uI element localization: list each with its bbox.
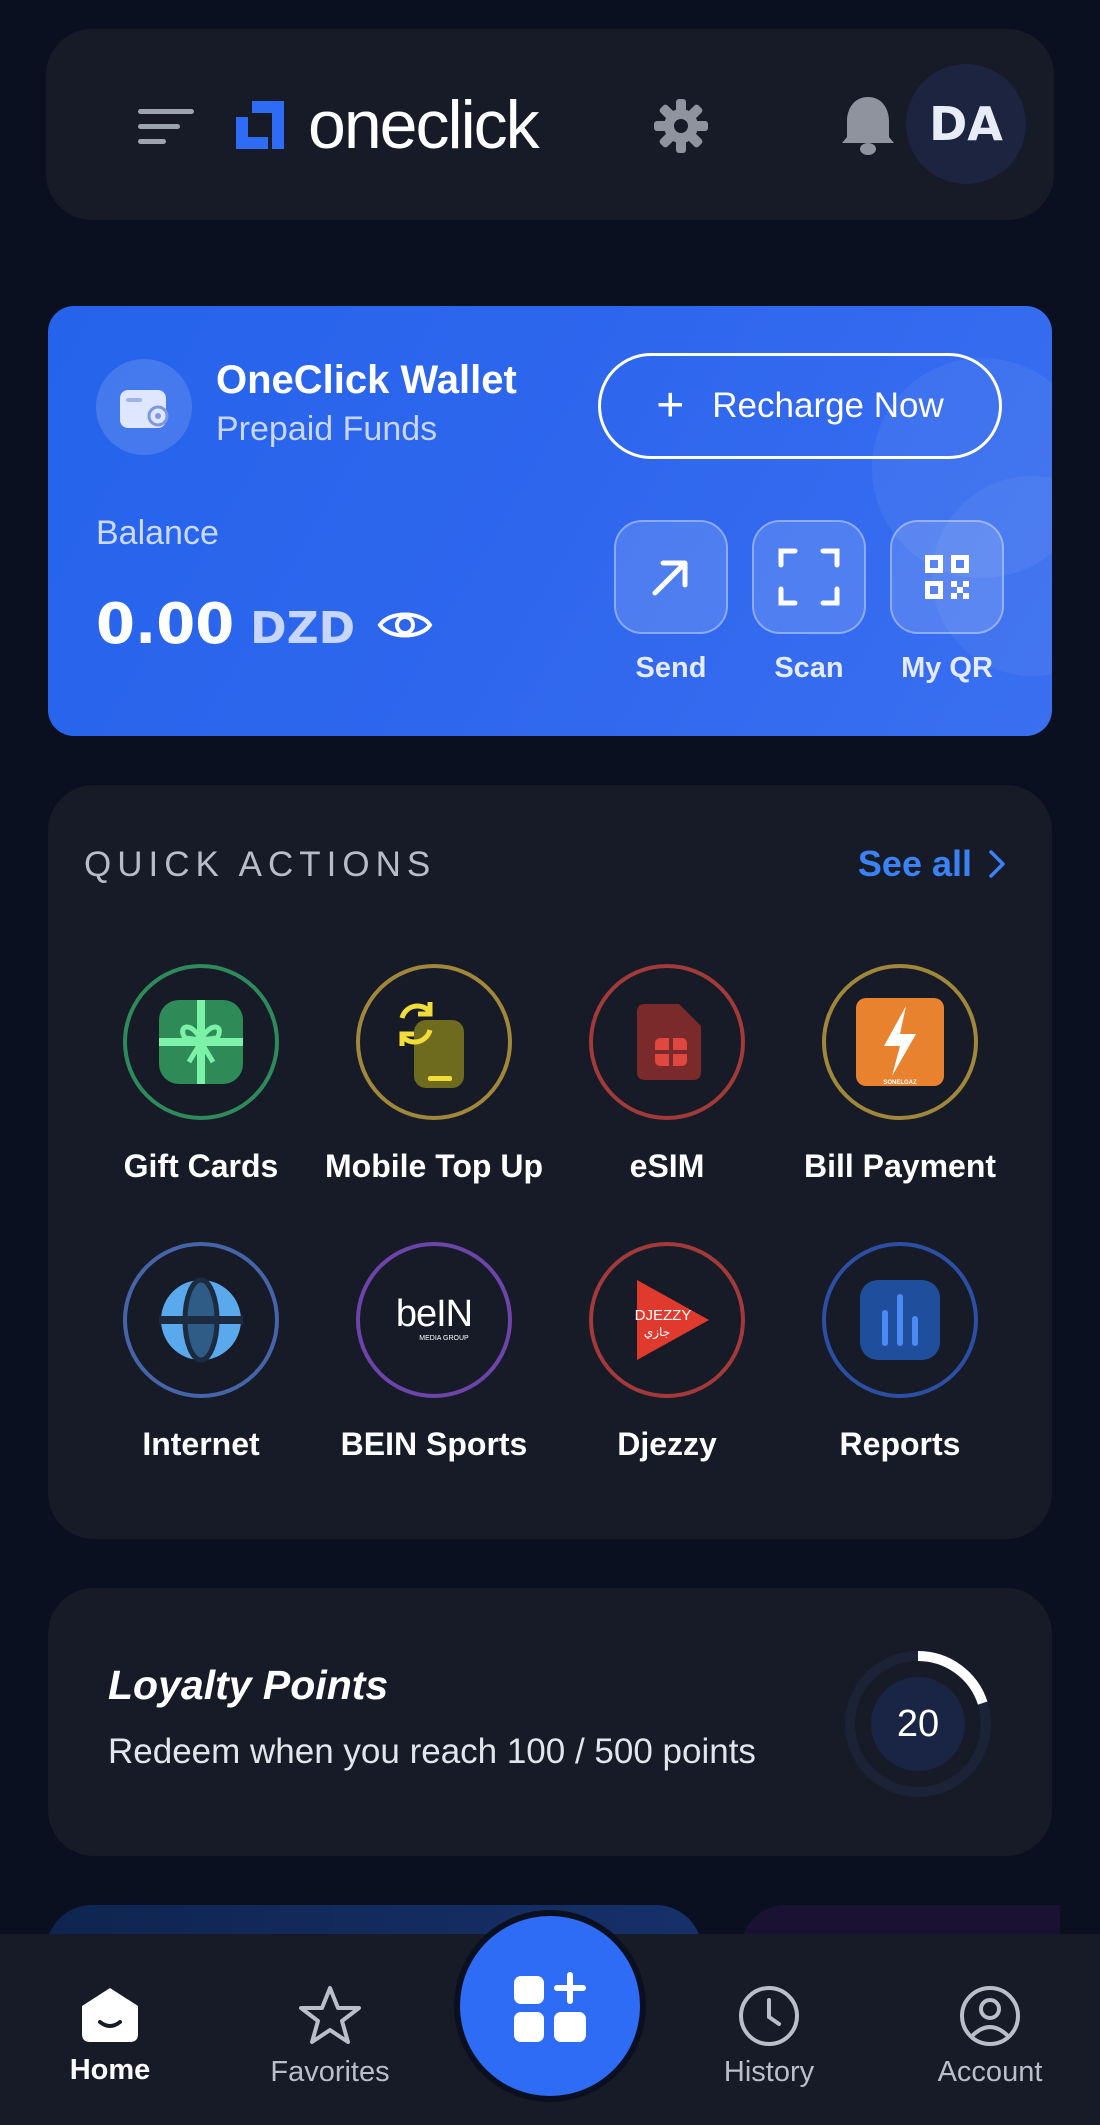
add-widget-icon [514,1972,586,2042]
mobile-topup-icon [399,1002,464,1088]
action-label: Bill Payment [803,1148,997,1184]
djezzy-caption: جازي [644,1325,670,1340]
mobile-top-up-action[interactable]: Mobile Top Up [324,964,544,1186]
reports-action[interactable]: Reports [790,1242,1010,1464]
bell-icon[interactable] [838,93,898,157]
nav-label: Favorites [270,2056,390,2088]
account-icon [960,1986,1020,2046]
action-label: eSIM [629,1148,705,1184]
my-qr-button[interactable]: My QR [890,520,1004,685]
action-label: BEIN Sports [340,1426,528,1462]
gift-cards-action[interactable]: Gift Cards [91,964,311,1186]
wallet-card: OneClick Wallet Prepaid Funds + Recharge… [48,306,1052,736]
see-all-link[interactable]: See all [858,843,1006,885]
action-label: Gift Cards [123,1148,279,1184]
home-icon [82,1988,138,2042]
action-label: Reports [839,1426,961,1462]
arrow-up-right-icon [652,560,688,596]
balance-label: Balance [96,514,219,552]
eye-icon[interactable] [377,605,433,645]
nav-label: History [723,2056,815,2088]
bill-payment-action[interactable]: SONELGAZ Bill Payment [790,964,1010,1186]
chevron-right-icon [989,850,1005,878]
globe-icon [159,1277,243,1363]
scan-frame-icon [778,548,840,606]
avatar[interactable]: DA [906,64,1026,184]
balance-display: 0.00 DZD [96,592,433,657]
add-widget-button[interactable] [460,1916,640,2096]
djezzy-logo-text: DJEZZY [635,1307,692,1324]
my-qr-label: My QR [901,652,993,684]
bill-payment-icon: SONELGAZ [856,998,944,1086]
recharge-label: Recharge Now [712,386,944,425]
nav-history[interactable]: History [669,1984,869,2089]
star-icon [299,1986,361,2044]
quick-actions-section: QUICK ACTIONS See all Gift Cards Mobile … [48,785,1052,1539]
top-app-bar: oneclick DA [46,29,1054,220]
plus-icon: + [656,379,685,432]
logo-mark-icon [236,101,284,149]
menu-icon[interactable] [138,104,198,154]
balance-currency: DZD [250,603,356,654]
bein-sports-action[interactable]: beIN MEDIA GROUP BEIN Sports [324,1242,544,1464]
balance-amount: 0.00 [96,592,235,657]
qr-code-icon [925,555,969,599]
wallet-subtitle: Prepaid Funds [216,410,438,448]
send-label: Send [635,652,707,684]
nav-label: Home [69,2054,151,2086]
action-label: Internet [142,1426,260,1462]
action-label: Mobile Top Up [324,1148,544,1184]
app-logo: oneclick [232,85,540,165]
gear-icon[interactable] [652,97,710,155]
nav-account[interactable]: Account [890,1984,1090,2089]
scan-button[interactable]: Scan [752,520,866,685]
nav-favorites[interactable]: Favorites [230,1984,430,2089]
see-all-label: See all [857,843,972,884]
scan-label: Scan [774,652,844,684]
loyalty-title: Loyalty Points [108,1662,389,1708]
nav-label: Account [937,2056,1043,2088]
send-button[interactable]: Send [614,520,728,685]
recharge-now-button[interactable]: + Recharge Now [598,353,1002,459]
wallet-icon [96,359,192,455]
loyalty-points-card[interactable]: Loyalty Points Redeem when you reach 100… [48,1588,1052,1856]
section-title: QUICK ACTIONS [84,845,437,884]
reports-chart-icon [860,1280,940,1360]
bein-logo-text: beIN [396,1293,472,1335]
wallet-title: OneClick Wallet [216,358,517,402]
djezzy-logo-icon: DJEZZY جازي [635,1280,709,1360]
esim-icon [637,1004,701,1080]
clock-icon [739,1986,799,2046]
sonelgaz-caption: SONELGAZ [883,1080,917,1086]
gift-card-icon [159,1000,243,1084]
internet-action[interactable]: Internet [91,1242,311,1464]
nav-home[interactable]: Home [10,1984,210,2087]
loyalty-subtitle: Redeem when you reach 100 / 500 points [108,1732,756,1771]
djezzy-action[interactable]: DJEZZY جازي Djezzy [557,1242,777,1464]
logo-text: oneclick [308,87,540,163]
points-value: 20 [896,1702,940,1745]
bein-logo-icon: beIN MEDIA GROUP [396,1293,473,1342]
action-label: Djezzy [617,1426,717,1462]
esim-action[interactable]: eSIM [557,964,777,1186]
bein-caption: MEDIA GROUP [419,1335,469,1342]
